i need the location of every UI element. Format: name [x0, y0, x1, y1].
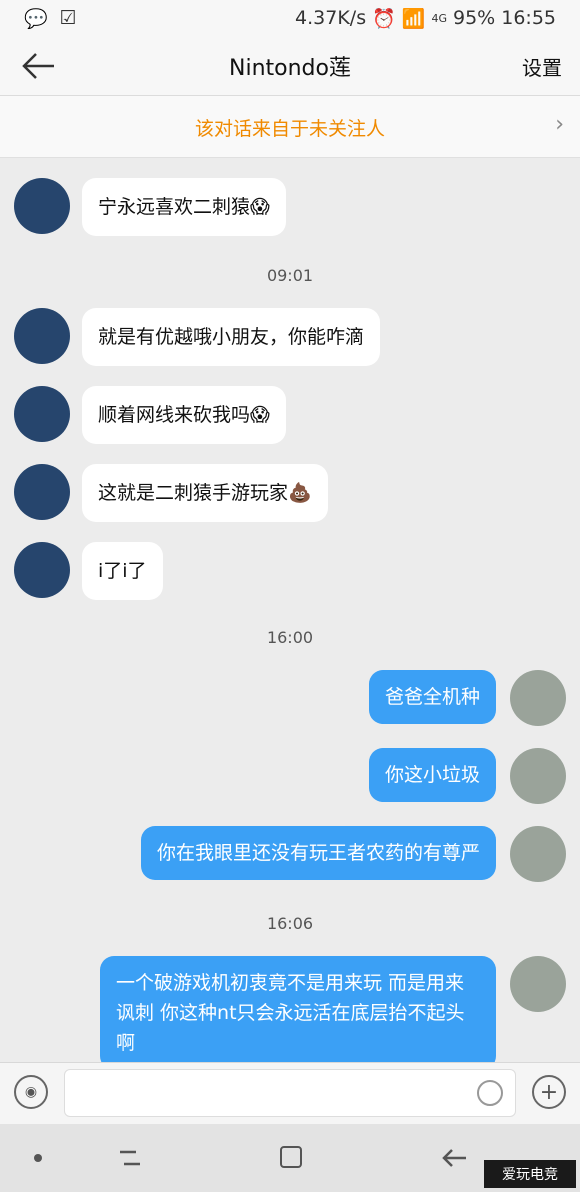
alarm-icon: ⏰ [372, 7, 396, 30]
task-icon: ☑ [59, 7, 77, 29]
home-icon[interactable] [280, 1146, 302, 1168]
status-bar: 💬 ☑ 4.37K/s ⏰ 📶 4G 95% 16:55 [0, 0, 580, 36]
message-bubble[interactable]: 顺着网线来砍我吗😱 [82, 386, 286, 444]
timestamp: 09:01 [266, 266, 314, 285]
timestamp: 16:06 [266, 914, 314, 933]
clock: 16:55 [501, 7, 556, 29]
message-bubble[interactable]: 一个破游戏机初衷竟不是用来玩 而是用来讽刺 你这种nt只会永远活在底层抬不起头啊 [100, 956, 496, 1070]
avatar[interactable] [510, 826, 566, 882]
wifi-icon: 📶 [401, 7, 426, 30]
chat-title: Nintondo莲 [229, 56, 351, 81]
avatar[interactable] [14, 464, 70, 520]
chevron-right-icon: › [555, 112, 564, 137]
emoji-icon[interactable] [477, 1080, 503, 1106]
notice-text: 该对话来自于未关注人 [194, 118, 385, 140]
recent-apps-icon[interactable] [116, 1146, 144, 1170]
message-bubble[interactable]: 你在我眼里还没有玩王者农药的有尊严 [140, 826, 496, 880]
timestamp: 16:00 [266, 628, 314, 647]
message-bubble[interactable]: 就是有优越哦小朋友，你能咋滴 [82, 308, 381, 366]
avatar[interactable] [14, 308, 70, 364]
avatar[interactable] [14, 542, 70, 598]
battery-percent: 95% [453, 7, 496, 29]
watermark-logo: 爱玩电竞 [484, 1160, 576, 1188]
wechat-icon: 💬 [24, 7, 48, 30]
message-bubble[interactable]: 这就是二刺猿手游玩家💩 [82, 464, 328, 522]
input-bar: ◉ + [0, 1062, 580, 1124]
chat-area[interactable]: 宁永远喜欢二刺猿😱 09:01 就是有优越哦小朋友，你能咋滴 顺着网线来砍我吗😱… [0, 158, 580, 1070]
title-bar: Nintondo莲 设置 [0, 36, 580, 96]
nav-dot-icon[interactable] [34, 1154, 42, 1162]
avatar[interactable] [510, 956, 566, 1012]
message-bubble[interactable]: i了i了 [82, 542, 163, 600]
avatar[interactable] [510, 748, 566, 804]
network-type: 4G [431, 11, 447, 25]
settings-button[interactable]: 设置 [522, 52, 562, 81]
message-bubble[interactable]: 你这小垃圾 [368, 748, 496, 802]
avatar[interactable] [14, 178, 70, 234]
voice-icon[interactable]: ◉ [14, 1075, 48, 1109]
plus-icon[interactable]: + [532, 1075, 566, 1109]
avatar[interactable] [510, 670, 566, 726]
non-follower-notice[interactable]: 该对话来自于未关注人 › [0, 96, 580, 158]
avatar[interactable] [14, 386, 70, 442]
message-bubble[interactable]: 爸爸全机种 [368, 670, 496, 724]
nav-back-icon[interactable] [440, 1144, 468, 1172]
message-bubble[interactable]: 宁永远喜欢二刺猿😱 [82, 178, 286, 236]
message-input[interactable] [64, 1069, 516, 1117]
network-speed: 4.37K/s [295, 7, 367, 29]
